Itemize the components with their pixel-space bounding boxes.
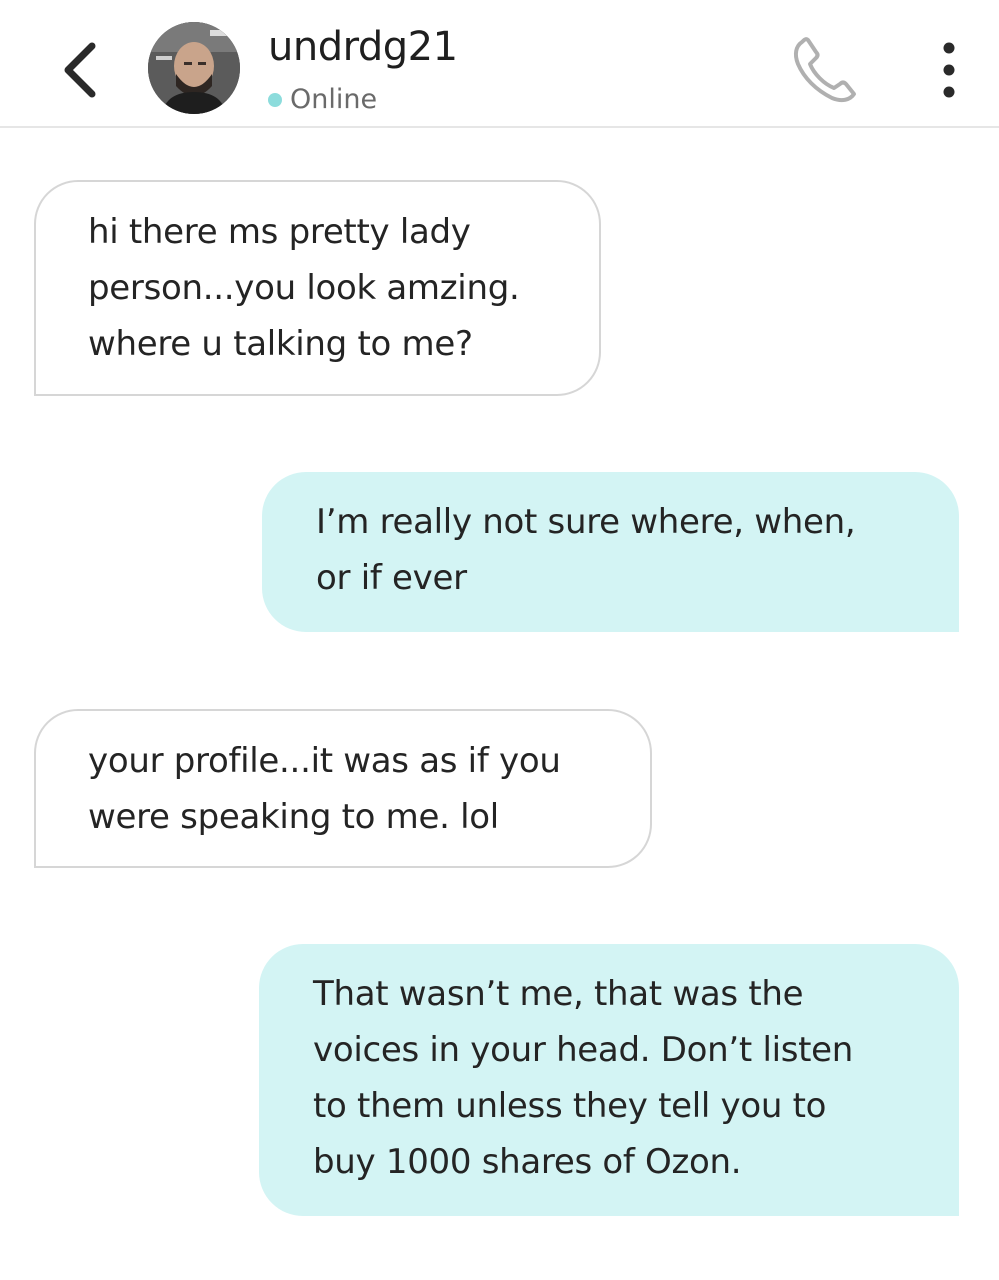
outgoing-message[interactable]: I’m really not sure where, when, or if e… xyxy=(262,472,959,632)
outgoing-message[interactable]: That wasn’t me, that was the voices in y… xyxy=(259,944,959,1216)
call-button[interactable] xyxy=(788,32,868,108)
chevron-left-icon xyxy=(64,42,96,98)
incoming-message[interactable]: hi there ms pretty lady person...you loo… xyxy=(34,180,601,396)
online-status-label: Online xyxy=(290,84,378,115)
chat-header: undrdg21 Online xyxy=(0,0,999,128)
back-button[interactable] xyxy=(56,38,106,102)
online-status: Online xyxy=(268,84,377,115)
online-dot-icon xyxy=(268,92,282,107)
incoming-message[interactable]: your profile...it was as if you were spe… xyxy=(34,709,652,868)
contact-username: undrdg21 xyxy=(268,24,458,70)
user-photo xyxy=(148,22,240,114)
more-options-button[interactable] xyxy=(930,40,968,100)
more-vertical-icon xyxy=(943,42,955,98)
avatar[interactable] xyxy=(148,22,240,114)
phone-icon xyxy=(793,37,856,103)
